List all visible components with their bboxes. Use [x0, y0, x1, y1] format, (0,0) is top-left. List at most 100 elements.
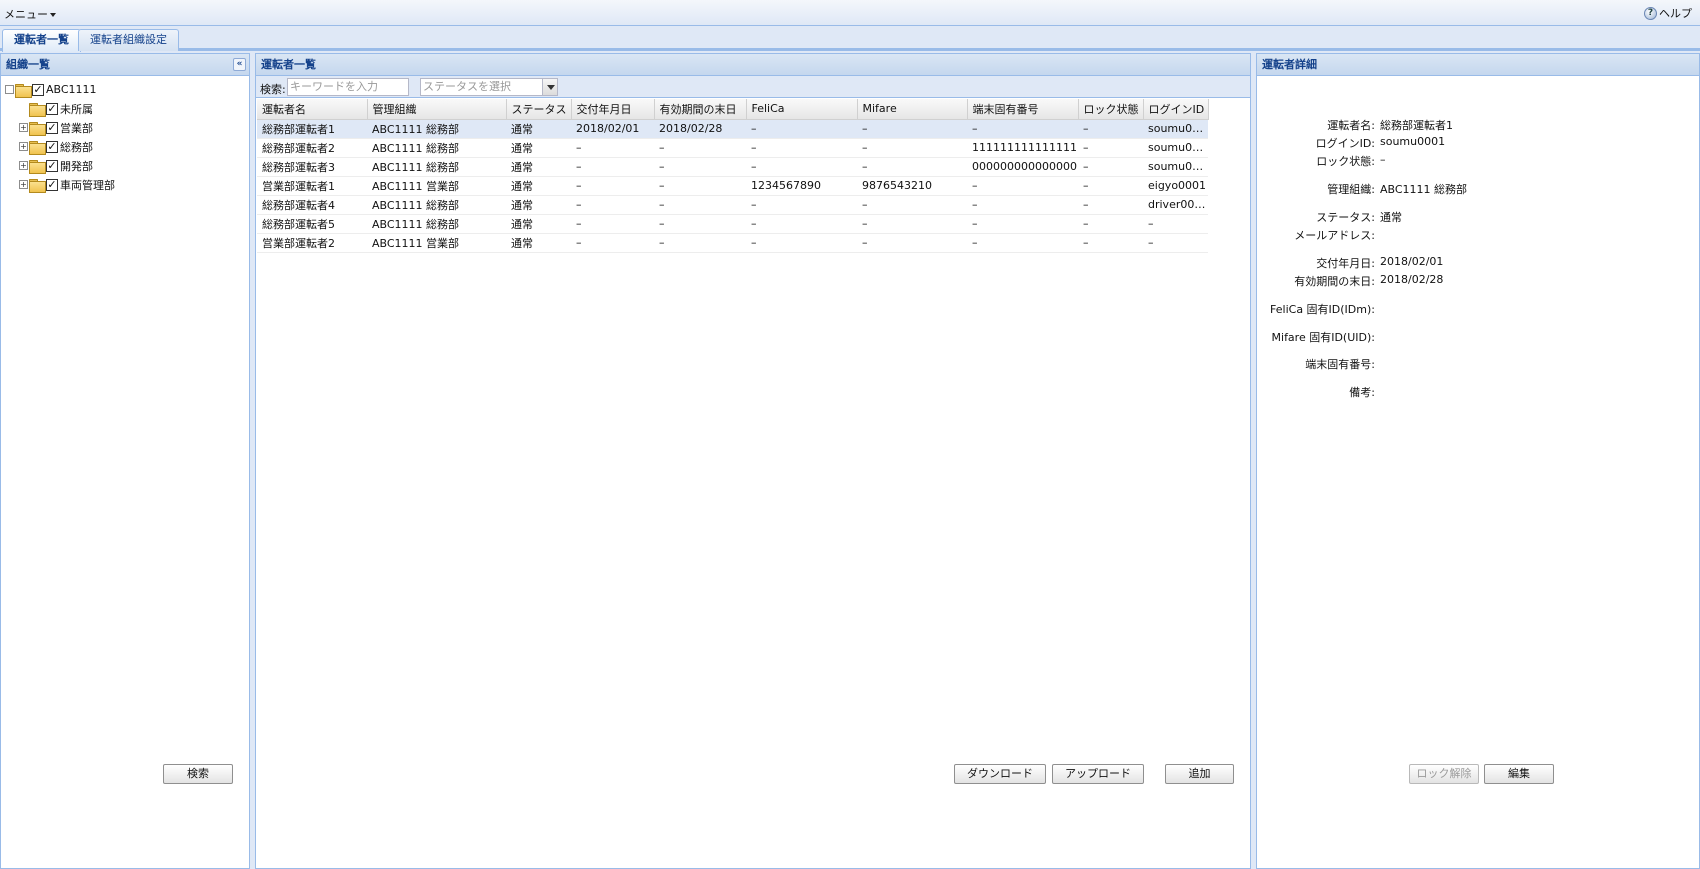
- expand-tree-icon[interactable]: +: [19, 180, 28, 189]
- table-cell: 総務部運転者3: [257, 157, 367, 177]
- tree-checkbox[interactable]: ✓: [46, 140, 58, 153]
- table-cell: –: [1143, 233, 1208, 253]
- table-cell: ABC1111 総務部: [367, 119, 506, 139]
- table-cell: –: [857, 214, 967, 234]
- table-cell: 営業部運転者1: [257, 176, 367, 196]
- collapse-tree-icon[interactable]: ⊟: [5, 85, 14, 94]
- detail-label: 備考:: [1349, 386, 1375, 399]
- tree-node-unassigned[interactable]: ✓ 未所属: [5, 99, 245, 118]
- tree-node-label[interactable]: 営業部: [60, 120, 93, 136]
- table-cell: –: [571, 233, 654, 253]
- table-cell: –: [1143, 214, 1208, 234]
- driver-list-title: 運転者一覧: [261, 58, 316, 71]
- caret-down-icon: [50, 13, 56, 17]
- tree-checkbox[interactable]: ✓: [46, 178, 58, 191]
- detail-label: ログインID:: [1315, 137, 1375, 150]
- tree-node-development[interactable]: + ✓ 開発部: [5, 156, 245, 175]
- table-cell: 2018/02/01: [571, 119, 654, 139]
- table-cell: –: [654, 233, 746, 253]
- table-cell: –: [571, 176, 654, 196]
- table-row[interactable]: 総務部運転者4 ABC1111 総務部 通常 – – – – – – driver0004: [257, 195, 1208, 215]
- tree-node-label[interactable]: 車両管理部: [60, 177, 115, 193]
- table-row[interactable]: 営業部運転者2 ABC1111 営業部 通常 – – – – – – –: [257, 233, 1208, 253]
- tree-checkbox[interactable]: ✓: [46, 159, 58, 172]
- table-cell: –: [967, 233, 1078, 253]
- table-cell: –: [571, 195, 654, 215]
- keyword-input[interactable]: キーワードを入力: [287, 78, 409, 96]
- tree-node-root[interactable]: ⊟ ✓ ABC1111: [5, 80, 245, 99]
- column-header[interactable]: 端末固有番号: [967, 99, 1079, 120]
- column-header[interactable]: 有効期間の末日: [654, 99, 747, 120]
- table-cell: –: [654, 214, 746, 234]
- tree-node-sales[interactable]: + ✓ 営業部: [5, 118, 245, 137]
- column-header[interactable]: 交付年月日: [571, 99, 655, 120]
- table-cell: –: [746, 119, 857, 139]
- tree-node-label[interactable]: ABC1111: [46, 83, 97, 96]
- detail-label: Mifare 固有ID(UID):: [1271, 331, 1375, 344]
- column-header[interactable]: FeliCa: [746, 99, 858, 120]
- driver-table: 運転者名 管理組織 ステータス 交付年月日 有効期間の末日 FeliCa Mifare 端末固…: [257, 99, 1209, 253]
- table-cell: driver0004: [1143, 195, 1208, 215]
- chevron-down-icon[interactable]: [542, 79, 557, 95]
- column-header[interactable]: 運転者名: [257, 99, 368, 120]
- menu-button[interactable]: メニュー: [4, 6, 56, 22]
- detail-label: ステータス:: [1316, 211, 1375, 224]
- tree-node-label[interactable]: 開発部: [60, 158, 93, 174]
- table-cell: –: [571, 214, 654, 234]
- table-row[interactable]: 総務部運転者1 ABC1111 総務部 通常 2018/02/01 2018/02/28…: [257, 119, 1208, 139]
- tree-checkbox[interactable]: ✓: [32, 83, 44, 96]
- tree-node-general-affairs[interactable]: + ✓ 総務部: [5, 137, 245, 156]
- folder-icon: [15, 83, 32, 98]
- org-panel: 組織一覧 « ⊟ ✓ ABC1111 ✓ 未所属 + ✓ 営業部 + ✓ 総務部: [0, 53, 250, 869]
- tab-driver-list[interactable]: 運転者一覧: [2, 29, 81, 52]
- table-cell: –: [1078, 157, 1143, 177]
- detail-label: 端末固有番号:: [1305, 358, 1375, 371]
- upload-button[interactable]: アップロード: [1052, 764, 1144, 784]
- column-header[interactable]: ロック状態: [1078, 99, 1144, 120]
- table-cell: –: [746, 138, 857, 158]
- table-cell: –: [1078, 233, 1143, 253]
- detail-row: ログインID: soumu0001: [1257, 135, 1699, 151]
- table-cell: 通常: [506, 176, 571, 196]
- expand-tree-icon[interactable]: +: [19, 161, 28, 170]
- detail-value: ABC1111 総務部: [1380, 183, 1468, 196]
- tree-node-vehicle-management[interactable]: + ✓ 車両管理部: [5, 175, 245, 194]
- help-icon: ?: [1644, 6, 1657, 20]
- search-button[interactable]: 検索: [163, 764, 233, 784]
- detail-label: 交付年月日:: [1316, 257, 1375, 270]
- column-header[interactable]: 管理組織: [367, 99, 507, 120]
- status-select[interactable]: ステータスを選択: [420, 78, 558, 96]
- table-cell: 通常: [506, 157, 571, 177]
- help-label: ヘルプ: [1659, 7, 1692, 20]
- add-button[interactable]: 追加: [1165, 764, 1234, 784]
- unlock-button[interactable]: ロック解除: [1409, 764, 1479, 784]
- tree-node-label[interactable]: 総務部: [60, 139, 93, 155]
- table-row[interactable]: 総務部運転者3 ABC1111 総務部 通常 – – – –000000000000000–…: [257, 157, 1208, 177]
- table-cell: ABC1111 総務部: [367, 214, 506, 234]
- tree-checkbox[interactable]: ✓: [46, 102, 58, 115]
- detail-label: 管理組織:: [1327, 183, 1375, 196]
- expand-tree-icon[interactable]: +: [19, 142, 28, 151]
- column-header[interactable]: ログインID: [1143, 99, 1209, 120]
- table-row[interactable]: 総務部運転者5 ABC1111 総務部 通常 – – – – – – –: [257, 214, 1208, 234]
- folder-icon: [29, 140, 46, 155]
- expand-tree-icon[interactable]: +: [19, 123, 28, 132]
- table-row[interactable]: 総務部運転者2 ABC1111 総務部 通常 – – – –111111111111111–…: [257, 138, 1208, 158]
- table-cell: –: [1078, 195, 1143, 215]
- table-row[interactable]: 営業部運転者1 ABC1111 営業部 通常 – –1234567890 98765432…: [257, 176, 1208, 196]
- column-header[interactable]: ステータス: [506, 99, 572, 120]
- column-header[interactable]: Mifare: [857, 99, 968, 120]
- collapse-icon[interactable]: «: [233, 58, 246, 71]
- table-cell: –: [654, 176, 746, 196]
- tree-node-label[interactable]: 未所属: [60, 101, 93, 117]
- table-cell: 通常: [506, 195, 571, 215]
- help-button[interactable]: ? ヘルプ: [1644, 5, 1692, 21]
- tree-checkbox[interactable]: ✓: [46, 121, 58, 134]
- download-button[interactable]: ダウンロード: [954, 764, 1046, 784]
- tab-driver-org-settings[interactable]: 運転者組織設定: [78, 29, 179, 51]
- table-cell: –: [571, 138, 654, 158]
- edit-button[interactable]: 編集: [1484, 764, 1554, 784]
- detail-row: ロック状態: –: [1257, 153, 1699, 169]
- org-tree: ⊟ ✓ ABC1111 ✓ 未所属 + ✓ 営業部 + ✓ 総務部 + ✓ 開発: [1, 76, 249, 198]
- table-cell: ABC1111 総務部: [367, 138, 506, 158]
